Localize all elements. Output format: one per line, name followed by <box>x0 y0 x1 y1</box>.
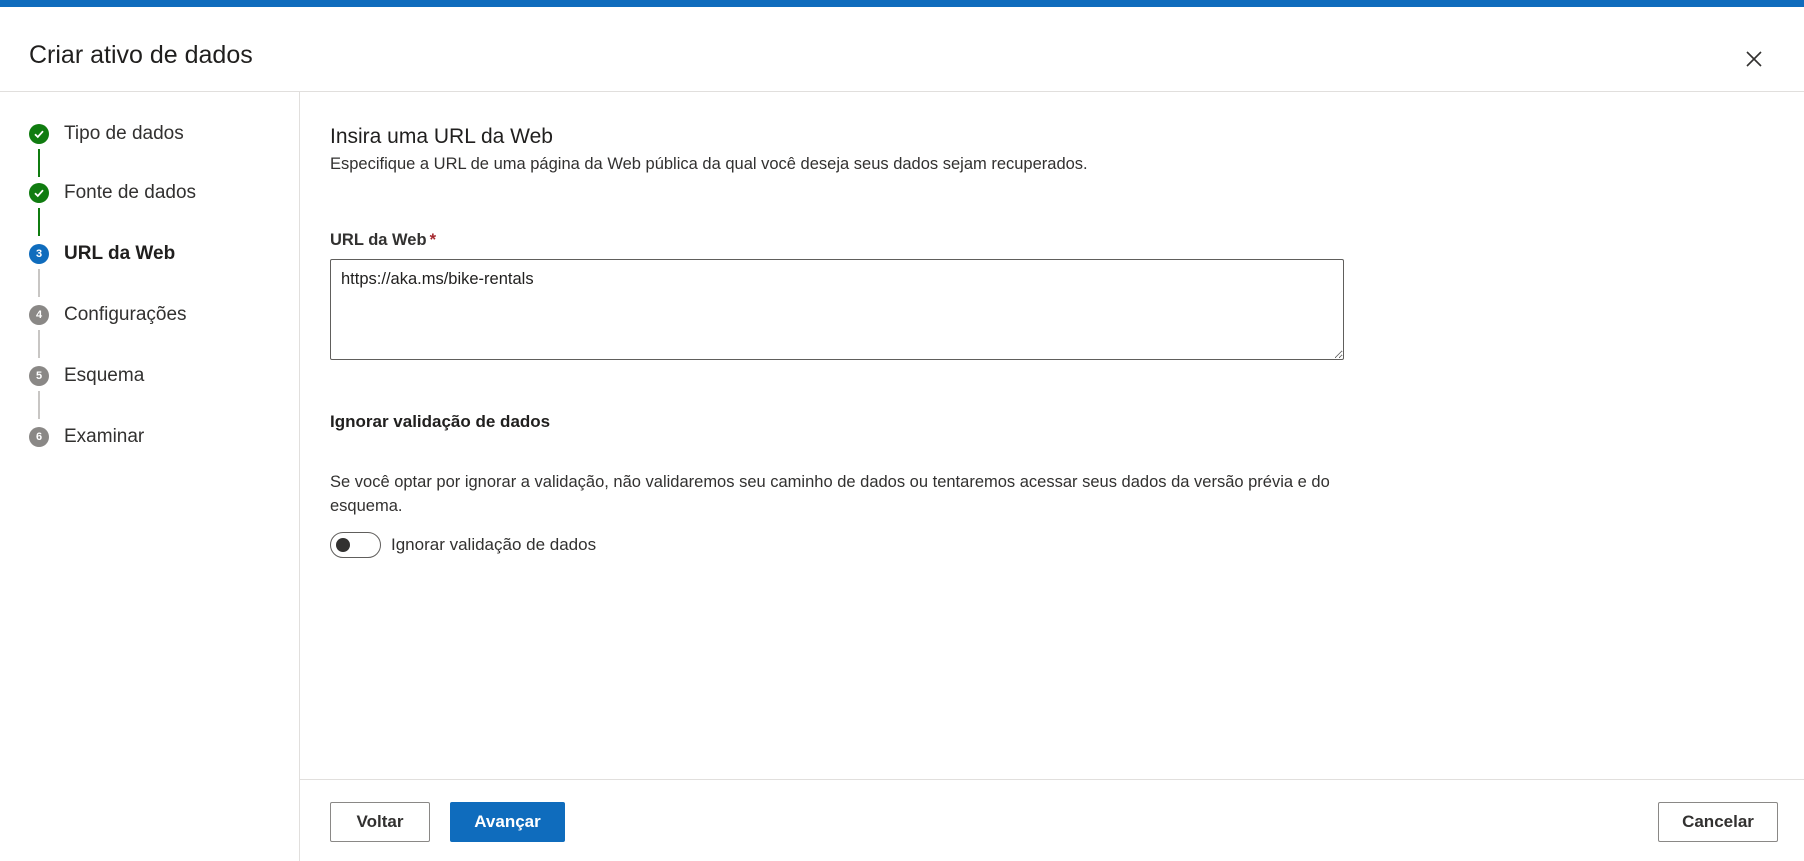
close-icon <box>1746 51 1762 67</box>
wizard-steps-sidebar: Tipo de dados Fonte de dados 3 URL da We… <box>0 92 300 861</box>
step-tipo-de-dados[interactable]: Tipo de dados <box>29 122 196 181</box>
step-label: Configurações <box>64 304 187 325</box>
skip-validation-toggle[interactable] <box>330 532 381 558</box>
step-connector <box>38 149 40 177</box>
skip-validation-toggle-row: Ignorar validação de dados <box>330 532 596 558</box>
wizard-steps: Tipo de dados Fonte de dados 3 URL da We… <box>29 122 196 486</box>
step-esquema[interactable]: 5 Esquema <box>29 364 196 425</box>
skip-validation-description: Se você optar por ignorar a validação, n… <box>330 473 1330 515</box>
skip-validation-toggle-label: Ignorar validação de dados <box>391 535 597 554</box>
step-label: Fonte de dados <box>64 182 197 203</box>
check-circle-icon <box>29 183 49 203</box>
skip-validation-heading: Ignorar validação de dados <box>330 412 551 431</box>
step-connector <box>38 269 40 297</box>
step-connector <box>38 330 40 358</box>
url-field-label: URL da Web * <box>330 231 436 250</box>
top-accent-bar <box>0 0 1804 7</box>
step-label: Examinar <box>64 426 145 447</box>
step-number-badge: 6 <box>29 427 49 447</box>
step-label: Esquema <box>64 365 145 386</box>
step-configuracoes[interactable]: 4 Configurações <box>29 303 196 364</box>
step-number-badge: 3 <box>29 244 49 264</box>
step-label: Tipo de dados <box>64 123 184 144</box>
check-circle-icon <box>29 124 49 144</box>
back-button[interactable]: Voltar <box>330 802 430 842</box>
cancel-button[interactable]: Cancelar <box>1658 802 1778 842</box>
step-number-badge: 4 <box>29 305 49 325</box>
step-fonte-de-dados[interactable]: Fonte de dados <box>29 181 196 242</box>
section-description: Especifique a URL de uma página da Web p… <box>330 155 1088 173</box>
step-label: URL da Web <box>64 243 176 264</box>
next-button[interactable]: Avançar <box>450 802 565 842</box>
url-input[interactable]: https://aka.ms/bike-rentals <box>330 259 1344 360</box>
close-button[interactable] <box>1740 45 1768 73</box>
dialog-header: Criar ativo de dados <box>0 7 1804 92</box>
section-title: Insira uma URL da Web <box>330 125 553 148</box>
required-indicator: * <box>429 231 436 249</box>
dialog-footer: Voltar Avançar Cancelar <box>300 779 1804 861</box>
step-connector <box>38 391 40 419</box>
toggle-knob <box>336 538 350 552</box>
step-url-da-web[interactable]: 3 URL da Web <box>29 242 196 303</box>
step-connector <box>38 208 40 236</box>
step-examinar[interactable]: 6 Examinar <box>29 425 196 486</box>
dialog-title: Criar ativo de dados <box>29 41 253 69</box>
url-label-text: URL da Web <box>330 231 427 249</box>
step-number-badge: 5 <box>29 366 49 386</box>
